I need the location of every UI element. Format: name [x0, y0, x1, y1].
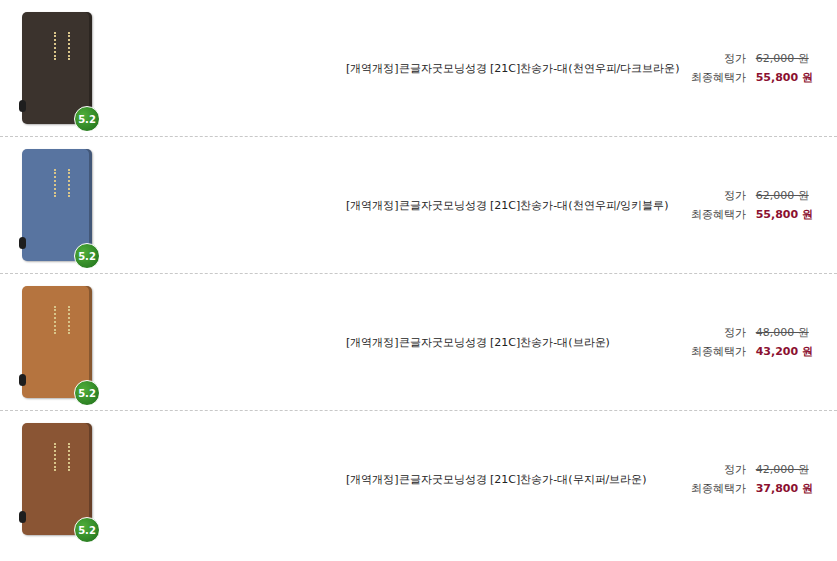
price-block: 정가 48,000 원 최종혜택가 43,200 원 [691, 325, 813, 359]
list-price-label: 정가 [691, 51, 746, 66]
product-image[interactable]: 5.2 [22, 10, 102, 126]
list-price-label: 정가 [691, 188, 746, 203]
rating-badge: 5.2 [74, 517, 100, 543]
product-row: 5.2 [개역개정]큰글자굿모닝성경 [21C]찬송가-대(브라운) 정가 48… [0, 274, 837, 411]
product-title[interactable]: [개역개정]큰글자굿모닝성경 [21C]찬송가-대(천연우피/다크브라운) [346, 61, 691, 76]
product-title[interactable]: [개역개정]큰글자굿모닝성경 [21C]찬송가-대(천연우피/잉키블루) [346, 198, 691, 213]
price-block: 정가 62,000 원 최종혜택가 55,800 원 [691, 51, 813, 85]
product-row: 5.2 [개역개정]큰글자굿모닝성경 [21C]찬송가-대(무지퍼/브라운) 정… [0, 411, 837, 547]
final-price-label: 최종혜택가 [691, 70, 746, 85]
product-image[interactable]: 5.2 [22, 284, 102, 400]
rating-badge: 5.2 [74, 243, 100, 269]
final-price: 55,800 원 [756, 207, 813, 222]
final-price-label: 최종혜택가 [691, 481, 746, 496]
product-row: 5.2 [개역개정]큰글자굿모닝성경 [21C]찬송가-대(천연우피/다크브라운… [0, 0, 837, 137]
product-image[interactable]: 5.2 [22, 421, 102, 537]
list-price: 48,000 원 [756, 325, 813, 340]
rating-badge: 5.2 [74, 380, 100, 406]
product-image[interactable]: 5.2 [22, 147, 102, 263]
final-price: 37,800 원 [756, 481, 813, 496]
list-price-label: 정가 [691, 462, 746, 477]
product-row: 5.2 [개역개정]큰글자굿모닝성경 [21C]찬송가-대(천연우피/잉키블루)… [0, 137, 837, 274]
price-block: 정가 42,000 원 최종혜택가 37,800 원 [691, 462, 813, 496]
product-list: 5.2 [개역개정]큰글자굿모닝성경 [21C]찬송가-대(천연우피/다크브라운… [0, 0, 837, 547]
product-title[interactable]: [개역개정]큰글자굿모닝성경 [21C]찬송가-대(브라운) [346, 335, 691, 350]
product-title[interactable]: [개역개정]큰글자굿모닝성경 [21C]찬송가-대(무지퍼/브라운) [346, 472, 691, 487]
list-price-label: 정가 [691, 325, 746, 340]
final-price: 43,200 원 [756, 344, 813, 359]
price-block: 정가 62,000 원 최종혜택가 55,800 원 [691, 188, 813, 222]
final-price-label: 최종혜택가 [691, 207, 746, 222]
final-price-label: 최종혜택가 [691, 344, 746, 359]
list-price: 42,000 원 [756, 462, 813, 477]
list-price: 62,000 원 [756, 188, 813, 203]
list-price: 62,000 원 [756, 51, 813, 66]
final-price: 55,800 원 [756, 70, 813, 85]
rating-badge: 5.2 [74, 106, 100, 132]
